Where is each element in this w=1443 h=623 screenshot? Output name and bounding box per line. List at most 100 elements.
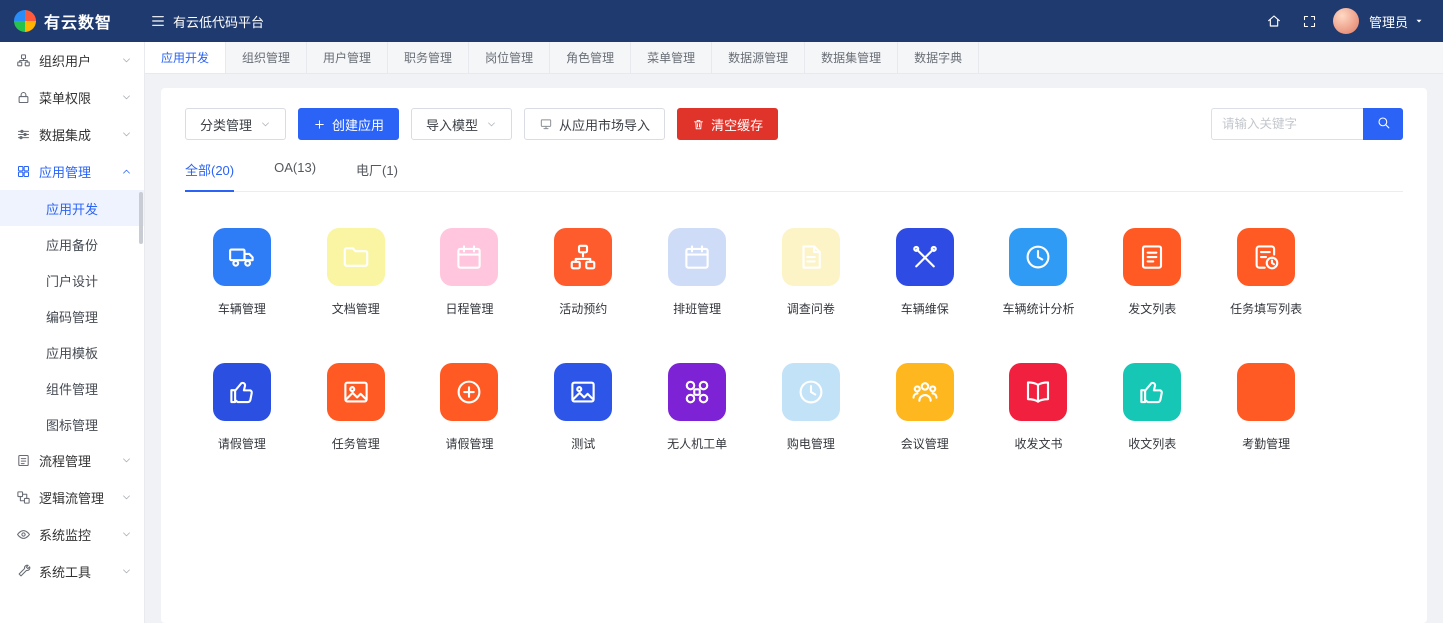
app-vehicle-maintenance[interactable]: 车辆维保 (868, 228, 982, 317)
app-label: 日程管理 (445, 300, 493, 317)
fullscreen-icon[interactable] (1297, 8, 1323, 34)
sidebar-item-system-monitor[interactable]: 系统监控 (0, 516, 144, 553)
filter-power-plant[interactable]: 电厂(1) (356, 160, 398, 192)
clock-icon (1023, 242, 1053, 272)
platform-title: 有云低代码平台 (173, 12, 264, 31)
app-dispatch-list[interactable]: 发文列表 (1095, 228, 1209, 317)
app-drone-workorder[interactable]: 无人机工单 (640, 363, 754, 452)
app-vehicle-management[interactable]: 车辆管理 (185, 228, 299, 317)
blank-icon (1251, 377, 1281, 407)
content-card: 分类管理 创建应用 导入模型 从应用市场 (161, 88, 1427, 623)
app-test[interactable]: 测试 (526, 363, 640, 452)
drone-icon (682, 377, 712, 407)
sidebar-nav: 组织用户菜单权限数据集成应用管理应用开发应用备份门户设计编码管理应用模板组件管理… (0, 42, 144, 590)
app-power-purchase[interactable]: 购电管理 (754, 363, 868, 452)
user-name[interactable]: 管理员 (1369, 12, 1408, 31)
app-tile (554, 228, 612, 286)
app-label: 活动预约 (559, 300, 607, 317)
app-label: 请假管理 (445, 435, 493, 452)
calendar-icon (454, 242, 484, 272)
book-icon (1023, 377, 1053, 407)
sidebar-item-data-integration[interactable]: 数据集成 (0, 116, 144, 153)
sidebar-subitem-app-template[interactable]: 应用模板 (0, 334, 144, 370)
create-app-button[interactable]: 创建应用 (298, 108, 399, 140)
app-shift-management[interactable]: 排班管理 (640, 228, 754, 317)
clock-icon (796, 377, 826, 407)
collapse-sidebar-icon[interactable] (145, 8, 171, 34)
sidebar-subitem-component-management[interactable]: 组件管理 (0, 370, 144, 406)
app-vehicle-statistics[interactable]: 车辆统计分析 (982, 228, 1096, 317)
clear-cache-button[interactable]: 清空缓存 (677, 108, 778, 140)
tab-duty-manage[interactable]: 职务管理 (388, 42, 469, 73)
app-received-list[interactable]: 收文列表 (1095, 363, 1209, 452)
tab-org-manage[interactable]: 组织管理 (226, 42, 307, 73)
sidebar-subitem-icon-management[interactable]: 图标管理 (0, 406, 144, 442)
user-avatar[interactable] (1333, 8, 1359, 34)
chevron-down-icon (260, 119, 271, 130)
app-attendance-management[interactable]: 考勤管理 (1209, 363, 1323, 452)
apps-grid: 车辆管理文档管理日程管理活动预约排班管理调查问卷车辆维保车辆统计分析发文列表任务… (185, 228, 1323, 452)
app-tile (896, 228, 954, 286)
app-label: 请假管理 (218, 435, 266, 452)
sidebar-subitem-code-management[interactable]: 编码管理 (0, 298, 144, 334)
menu-permission-icon (16, 90, 31, 105)
app-survey[interactable]: 调查问卷 (754, 228, 868, 317)
sidebar-item-label: 系统工具 (39, 562, 91, 581)
app-schedule-management[interactable]: 日程管理 (413, 228, 527, 317)
sidebar-subitem-app-dev[interactable]: 应用开发 (0, 190, 144, 226)
tab-data-dict[interactable]: 数据字典 (898, 42, 979, 73)
market-import-button[interactable]: 从应用市场导入 (524, 108, 665, 140)
sidebar-item-app-management[interactable]: 应用管理 (0, 153, 144, 190)
app-label: 收发文书 (1014, 435, 1062, 452)
sidebar-item-logic-flow-management[interactable]: 逻辑流管理 (0, 479, 144, 516)
tab-role-manage[interactable]: 角色管理 (550, 42, 631, 73)
sidebar-subitem-app-backup[interactable]: 应用备份 (0, 226, 144, 262)
app-meeting-management[interactable]: 会议管理 (868, 363, 982, 452)
sidebar-item-label: 组织用户 (39, 51, 91, 70)
app-document-management[interactable]: 文档管理 (299, 228, 413, 317)
chevron-down-icon (486, 119, 497, 130)
sidebar-item-label: 系统监控 (39, 525, 91, 544)
toolbar: 分类管理 创建应用 导入模型 从应用市场 (185, 108, 1403, 140)
plus-icon (313, 118, 326, 131)
tab-menu-manage[interactable]: 菜单管理 (631, 42, 712, 73)
app-tile (782, 228, 840, 286)
file-lines-icon (1137, 242, 1167, 272)
app-task-management[interactable]: 任务管理 (299, 363, 413, 452)
sidebar-subitem-portal-design[interactable]: 门户设计 (0, 262, 144, 298)
app-tile (554, 363, 612, 421)
app-label: 发文列表 (1128, 300, 1176, 317)
app-leave-management-1[interactable]: 请假管理 (185, 363, 299, 452)
tab-dataset-manage[interactable]: 数据集管理 (805, 42, 898, 73)
app-leave-management-2[interactable]: 请假管理 (413, 363, 527, 452)
sidebar-item-system-tools[interactable]: 系统工具 (0, 553, 144, 590)
search-button[interactable] (1363, 108, 1403, 140)
filter-all[interactable]: 全部(20) (185, 160, 234, 192)
topbar-right: 管理员 (1261, 8, 1443, 34)
tab-post-manage[interactable]: 岗位管理 (469, 42, 550, 73)
sidebar-scrollbar[interactable] (139, 192, 143, 244)
app-activity-booking[interactable]: 活动预约 (526, 228, 640, 317)
org-users-icon (16, 53, 31, 68)
chevron-down-icon (121, 455, 132, 466)
app-document-dispatch[interactable]: 收发文书 (982, 363, 1096, 452)
home-icon[interactable] (1261, 8, 1287, 34)
sidebar-item-process-management[interactable]: 流程管理 (0, 442, 144, 479)
filter-oa[interactable]: OA(13) (274, 160, 316, 192)
trash-icon (692, 118, 705, 131)
sidebar-item-label: 数据集成 (39, 125, 91, 144)
app-label: 排班管理 (673, 300, 721, 317)
tab-user-manage[interactable]: 用户管理 (307, 42, 388, 73)
thumb-up-icon (1137, 377, 1167, 407)
file-text-icon (796, 242, 826, 272)
app-task-fill-list[interactable]: 任务填写列表 (1209, 228, 1323, 317)
category-manage-button[interactable]: 分类管理 (185, 108, 286, 140)
import-model-button[interactable]: 导入模型 (411, 108, 512, 140)
main: 组织用户菜单权限数据集成应用管理应用开发应用备份门户设计编码管理应用模板组件管理… (0, 42, 1443, 623)
sidebar-item-org-users[interactable]: 组织用户 (0, 42, 144, 79)
app-tile (896, 363, 954, 421)
tab-app-dev[interactable]: 应用开发 (145, 42, 226, 73)
search-input[interactable] (1211, 108, 1363, 140)
sidebar-item-menu-permission[interactable]: 菜单权限 (0, 79, 144, 116)
tab-datasource-manage[interactable]: 数据源管理 (712, 42, 805, 73)
